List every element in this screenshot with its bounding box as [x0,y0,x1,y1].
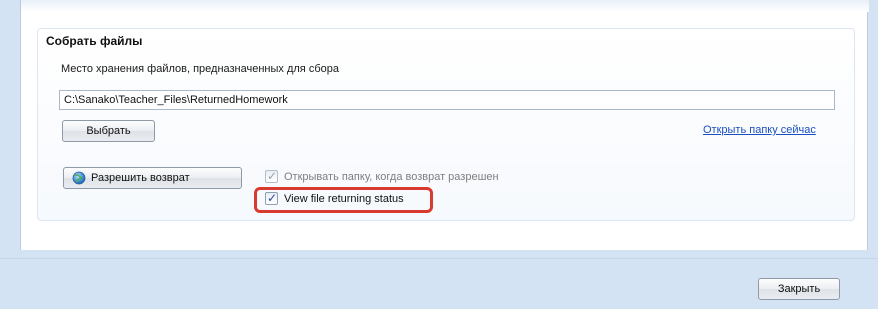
settings-panel: Собрать файлы Место хранения файлов, пре… [20,0,869,250]
path-label: Место хранения файлов, предназначенных д… [61,63,339,75]
view-status-checkbox-row[interactable]: ✓ View file returning status [265,191,404,205]
close-button[interactable]: Закрыть [758,278,840,300]
browse-button-label: Выбрать [86,125,131,137]
globe-icon [72,171,86,185]
browse-button[interactable]: Выбрать [62,120,155,142]
view-status-checkbox-label: View file returning status [284,192,404,205]
open-folder-checkbox-row: ✓ Открывать папку, когда возврат разреше… [265,169,499,183]
check-icon: ✓ [267,191,278,205]
check-icon: ✓ [267,169,278,183]
view-status-checkbox[interactable]: ✓ [265,191,278,205]
open-folder-link[interactable]: Открыть папку сейчас [703,124,816,136]
close-button-label: Закрыть [777,283,821,295]
allow-return-label: Разрешить возврат [91,172,190,184]
open-folder-checkbox[interactable]: ✓ [265,169,278,183]
open-folder-checkbox-label: Открывать папку, когда возврат разрешен [284,170,499,183]
group-title: Собрать файлы [46,34,143,48]
allow-return-button[interactable]: Разрешить возврат [63,167,242,189]
footer-divider [0,258,878,259]
path-input[interactable] [59,90,835,110]
panel-top-strip [21,0,869,12]
